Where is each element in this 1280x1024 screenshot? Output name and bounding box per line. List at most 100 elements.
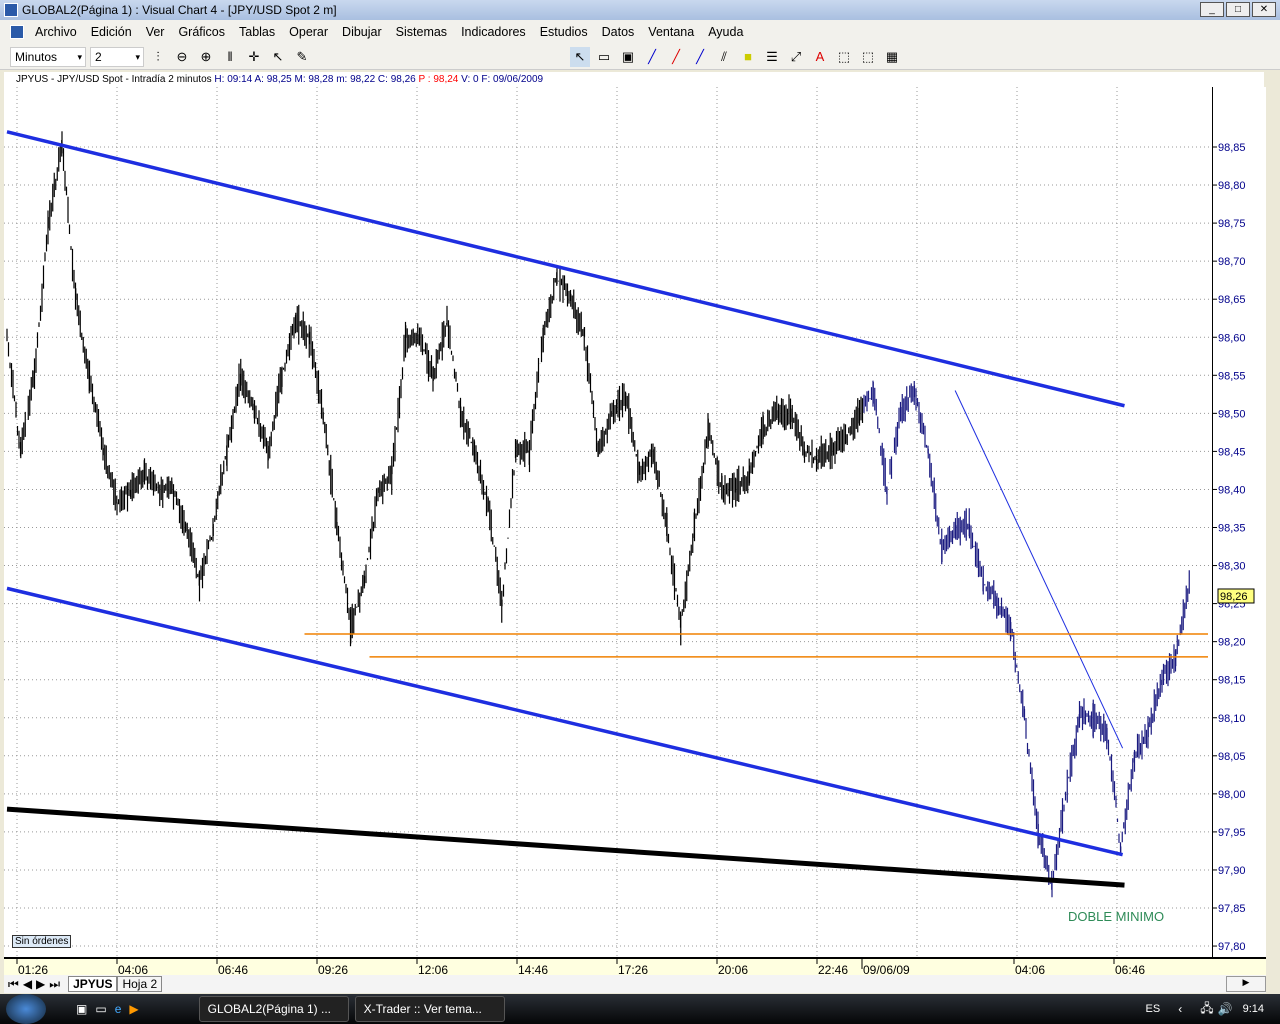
crosshair-icon[interactable]: ✛ bbox=[244, 47, 264, 67]
close-value: C: 98,26 bbox=[377, 74, 416, 85]
hour-value: H: 09:14 bbox=[214, 74, 253, 85]
y-tick-label: 98,40 bbox=[1218, 484, 1246, 496]
pen-icon[interactable]: ✎ bbox=[292, 47, 312, 67]
price-axis[interactable]: 98,85 98,80 98,75 98,70 98,65 98,60 98,55 98,50… bbox=[1212, 87, 1266, 957]
ie-icon[interactable]: e bbox=[115, 1002, 122, 1016]
y-tick-label: 98,20 bbox=[1218, 637, 1246, 649]
fibonacci-icon[interactable]: ☰ bbox=[762, 47, 782, 67]
zoom-in-icon[interactable]: ⊕ bbox=[196, 47, 216, 67]
task-xtrader[interactable]: X-Trader :: Ver tema... bbox=[354, 996, 505, 1022]
channel-icon[interactable]: ⫽ bbox=[714, 47, 734, 67]
date-value: F: 09/06/2009 bbox=[481, 74, 544, 85]
high-value: M: 98,28 bbox=[294, 74, 334, 85]
network-icon[interactable]: 🖧 bbox=[1200, 999, 1213, 1020]
tab-jpyus[interactable]: JPYUS bbox=[68, 976, 118, 992]
line-icon[interactable]: ╱ bbox=[642, 47, 662, 67]
close-button[interactable]: ✕ bbox=[1252, 2, 1276, 17]
menu-ayuda[interactable]: Ayuda bbox=[708, 25, 743, 39]
arrow-icon[interactable]: ⤢ bbox=[786, 47, 806, 67]
y-tick-label: 98,80 bbox=[1218, 180, 1246, 192]
last-price-label: 98,26 bbox=[1220, 591, 1248, 603]
y-tick-label: 98,30 bbox=[1218, 561, 1246, 573]
menu-estudios[interactable]: Estudios bbox=[540, 25, 588, 39]
menu-operar[interactable]: Operar bbox=[289, 25, 328, 39]
ray-icon[interactable]: ╱ bbox=[690, 47, 710, 67]
y-tick-label: 98,70 bbox=[1218, 256, 1246, 268]
prev-sheet-button[interactable]: ◀ bbox=[23, 977, 32, 991]
grid-icon[interactable]: ⬚ bbox=[858, 47, 878, 67]
y-tick-label: 98,10 bbox=[1218, 713, 1246, 725]
menu-bar: Archivo Edición Ver Gráficos Tablas Operar Dib… bbox=[0, 20, 1280, 44]
menu-gráficos[interactable]: Gráficos bbox=[178, 25, 225, 39]
text-icon[interactable]: A bbox=[810, 47, 830, 67]
upper-channel-line bbox=[6, 130, 1125, 408]
app-icon bbox=[4, 3, 18, 17]
y-tick-label: 98,00 bbox=[1218, 789, 1246, 801]
frame-icon[interactable]: ▣ bbox=[618, 47, 638, 67]
tab-hoja-2[interactable]: Hoja 2 bbox=[117, 976, 163, 992]
toolbar: Minutos 2 ⫶ ⊖ ⊕ ‖ ✛ ↖ ✎ ↖ ▭ ▣ ╱ ╱ ╱ ⫽ ■ … bbox=[0, 44, 1280, 70]
taskbar: ▣ ▭ e ▶ GLOBAL2(Página 1) ... X-Trader :… bbox=[0, 994, 1280, 1024]
title-bar: GLOBAL2(Página 1) : Visual Chart 4 - [JP… bbox=[0, 0, 1280, 20]
order-icon[interactable]: ↖ bbox=[268, 47, 288, 67]
next-sheet-button[interactable]: ▶ bbox=[36, 977, 45, 991]
horizontal-scrollbar[interactable]: ▶ bbox=[1226, 976, 1266, 992]
menu-indicadores[interactable]: Indicadores bbox=[461, 25, 526, 39]
menu-dibujar[interactable]: Dibujar bbox=[342, 25, 382, 39]
menu-datos[interactable]: Datos bbox=[602, 25, 635, 39]
annotation-doble-minimo: DOBLE MINIMO bbox=[1068, 909, 1164, 924]
period-value-select[interactable]: 2 bbox=[90, 46, 144, 67]
y-tick-label: 98,60 bbox=[1218, 332, 1246, 344]
y-tick-label: 98,85 bbox=[1218, 142, 1246, 154]
y-tick-label: 98,15 bbox=[1218, 675, 1246, 687]
y-tick-label: 98,55 bbox=[1218, 370, 1246, 382]
red-line-icon[interactable]: ╱ bbox=[666, 47, 686, 67]
y-tick-label: 97,90 bbox=[1218, 865, 1246, 877]
volume-value: V: 0 bbox=[461, 74, 479, 85]
chart-app-icon bbox=[10, 25, 24, 39]
support-line bbox=[6, 806, 1125, 888]
quote-info-bar: JPYUS - JPY/USD Spot - Intradía 2 minuto… bbox=[4, 72, 1264, 87]
menu-tablas[interactable]: Tablas bbox=[239, 25, 275, 39]
price-chart[interactable]: DOBLE MINIMO bbox=[4, 87, 1212, 957]
y-tick-label: 98,05 bbox=[1218, 751, 1246, 763]
language-indicator[interactable]: ES bbox=[1146, 1003, 1161, 1015]
rectangle-icon[interactable]: ■ bbox=[738, 47, 758, 67]
media-player-icon[interactable]: ▶ bbox=[129, 1002, 138, 1016]
show-desktop-icon[interactable]: ▣ bbox=[76, 1002, 87, 1016]
last-sheet-button[interactable]: ⏭ bbox=[49, 977, 60, 992]
window-title: GLOBAL2(Página 1) : Visual Chart 4 - [JP… bbox=[22, 3, 337, 17]
switch-windows-icon[interactable]: ▭ bbox=[95, 1002, 106, 1016]
y-tick-label: 98,45 bbox=[1218, 446, 1246, 458]
period-unit-select[interactable]: Minutos bbox=[10, 46, 86, 67]
menu-edición[interactable]: Edición bbox=[91, 25, 132, 39]
lower-channel-line bbox=[6, 586, 1124, 857]
menu-sistemas[interactable]: Sistemas bbox=[396, 25, 447, 39]
zoom-out-icon[interactable]: ⊖ bbox=[172, 47, 192, 67]
chart-area[interactable]: DOBLE MINIMO Sin órdenes bbox=[4, 87, 1212, 957]
menu-ver[interactable]: Ver bbox=[146, 25, 165, 39]
start-button[interactable] bbox=[6, 994, 46, 1024]
y-tick-label: 98,75 bbox=[1218, 218, 1246, 230]
menu-ventana[interactable]: Ventana bbox=[648, 25, 694, 39]
last-value: P : 98,24 bbox=[418, 74, 459, 85]
ruler-icon[interactable]: ▭ bbox=[594, 47, 614, 67]
menu-archivo[interactable]: Archivo bbox=[35, 25, 77, 39]
y-tick-label: 98,35 bbox=[1218, 523, 1246, 535]
time-axis[interactable]: 01:26 04:06 06:46 09:26 12:06 14:46 17:26 20:06… bbox=[4, 957, 1266, 977]
chart-type-icon[interactable]: ⫶ bbox=[148, 47, 168, 67]
open-value: A: 98,25 bbox=[254, 74, 292, 85]
first-sheet-button[interactable]: ⏮ bbox=[8, 977, 19, 992]
y-tick-label: 97,85 bbox=[1218, 903, 1246, 915]
volume-icon[interactable]: 🔊 bbox=[1218, 1002, 1233, 1016]
select-area-icon[interactable]: ⬚ bbox=[834, 47, 854, 67]
bars-icon[interactable]: ‖ bbox=[220, 47, 240, 67]
tray-expand-icon[interactable]: ‹ bbox=[1178, 1002, 1182, 1016]
task-global2[interactable]: GLOBAL2(Página 1) ... bbox=[198, 996, 349, 1022]
minimize-button[interactable]: _ bbox=[1200, 2, 1224, 17]
pointer-icon[interactable]: ↖ bbox=[570, 46, 590, 67]
y-tick-label: 97,95 bbox=[1218, 827, 1246, 839]
delete-icon[interactable]: ▦ bbox=[882, 47, 902, 67]
maximize-button[interactable]: □ bbox=[1226, 2, 1250, 17]
y-tick-label: 97,80 bbox=[1218, 941, 1246, 953]
